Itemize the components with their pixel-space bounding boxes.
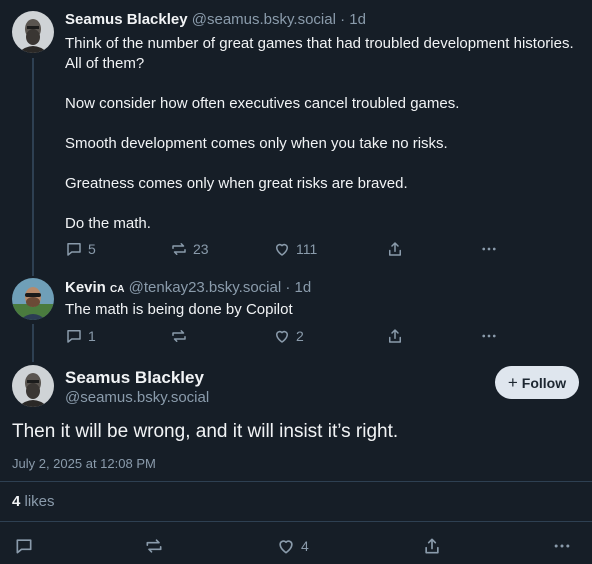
reply-icon — [16, 539, 32, 554]
post-time[interactable]: 1d — [349, 11, 366, 28]
reply-icon — [67, 330, 81, 343]
thread-line — [32, 324, 34, 362]
post-actions: 4 — [14, 536, 574, 556]
reply-button[interactable]: 5 — [65, 240, 96, 258]
repost-icon — [172, 330, 186, 342]
author-name[interactable]: Seamus Blackley — [65, 368, 204, 388]
like-summary[interactable]: 4 likes — [12, 493, 55, 510]
post-timestamp[interactable]: July 2, 2025 at 12:08 PM — [12, 456, 156, 471]
author-name[interactable]: Seamus Blackley — [65, 11, 188, 28]
repost-icon — [146, 539, 162, 553]
like-button[interactable]: 4 — [276, 536, 309, 556]
repost-button[interactable]: 23 — [170, 240, 209, 258]
post-paragraph: The math is being done by Copilot — [65, 301, 293, 318]
post-header: Kevin CA @tenkay23.bsky.social · 1d — [65, 279, 311, 296]
pronoun-badge: CA — [110, 284, 125, 295]
post-body: The math is being done by Copilot — [65, 300, 575, 320]
reply-count: 1 — [88, 328, 96, 344]
avatar-kevin-icon — [12, 278, 54, 320]
post-paragraph: Smooth development comes only when you t… — [65, 135, 448, 152]
divider — [0, 481, 592, 482]
like-summary-label: likes — [24, 493, 55, 510]
avatar[interactable] — [12, 11, 54, 53]
more-options-button[interactable] — [480, 327, 498, 345]
separator: · — [335, 11, 350, 28]
more-icon — [554, 544, 570, 548]
post-paragraph: Greatness comes only when great risks ar… — [65, 175, 408, 192]
more-options-button[interactable] — [480, 240, 498, 258]
plus-icon: + — [507, 373, 518, 392]
separator: · — [281, 279, 295, 296]
post-body: Then it will be wrong, and it will insis… — [12, 421, 399, 442]
reply-icon — [67, 243, 81, 256]
like-count: 2 — [296, 328, 304, 344]
like-count: 111 — [296, 241, 318, 257]
post-actions: 1 2 — [65, 327, 505, 347]
more-icon — [482, 334, 496, 338]
avatar-seamus-icon — [12, 11, 54, 53]
divider — [0, 521, 592, 522]
like-button[interactable]: 111 — [273, 240, 317, 258]
author-name[interactable]: Kevin — [65, 279, 106, 296]
avatar[interactable] — [12, 278, 54, 320]
post-paragraph: Do the math. — [65, 215, 151, 232]
more-options-button[interactable] — [552, 536, 572, 556]
repost-icon — [172, 243, 186, 255]
author-handle[interactable]: @tenkay23.bsky.social — [129, 279, 282, 296]
post-paragraph: Now consider how often executives cancel… — [65, 95, 460, 112]
avatar[interactable] — [12, 365, 54, 407]
heart-icon — [279, 540, 293, 554]
heart-icon — [276, 243, 288, 256]
share-button[interactable] — [386, 327, 404, 345]
post-actions: 5 23 111 — [65, 240, 505, 260]
share-button[interactable] — [386, 240, 404, 258]
reply-count: 5 — [88, 241, 96, 257]
like-count: 4 — [301, 538, 309, 554]
post-body: Think of the number of great games that … — [65, 34, 575, 234]
post-header: Seamus Blackley @seamus.bsky.social · 1d — [65, 11, 366, 28]
thread-line — [32, 58, 34, 276]
more-icon — [482, 247, 496, 251]
share-icon — [389, 329, 401, 343]
share-icon — [389, 242, 401, 256]
author-handle[interactable]: @seamus.bsky.social — [65, 389, 209, 406]
repost-button[interactable] — [170, 327, 188, 345]
follow-label: Follow — [521, 374, 567, 391]
reply-button[interactable]: 1 — [65, 327, 96, 345]
post-time[interactable]: 1d — [295, 279, 312, 296]
reply-button[interactable] — [14, 536, 34, 556]
post-paragraph: Think of the number of great games that … — [65, 35, 574, 72]
like-button[interactable]: 2 — [273, 327, 304, 345]
author-handle[interactable]: @seamus.bsky.social — [192, 11, 336, 28]
repost-button[interactable] — [144, 536, 164, 556]
heart-icon — [276, 330, 288, 343]
repost-count: 23 — [193, 241, 209, 257]
avatar-seamus-icon — [12, 365, 54, 407]
share-icon — [425, 538, 439, 554]
like-summary-count: 4 — [12, 493, 21, 510]
share-button[interactable] — [422, 536, 442, 556]
follow-button[interactable]: + Follow — [495, 366, 579, 399]
